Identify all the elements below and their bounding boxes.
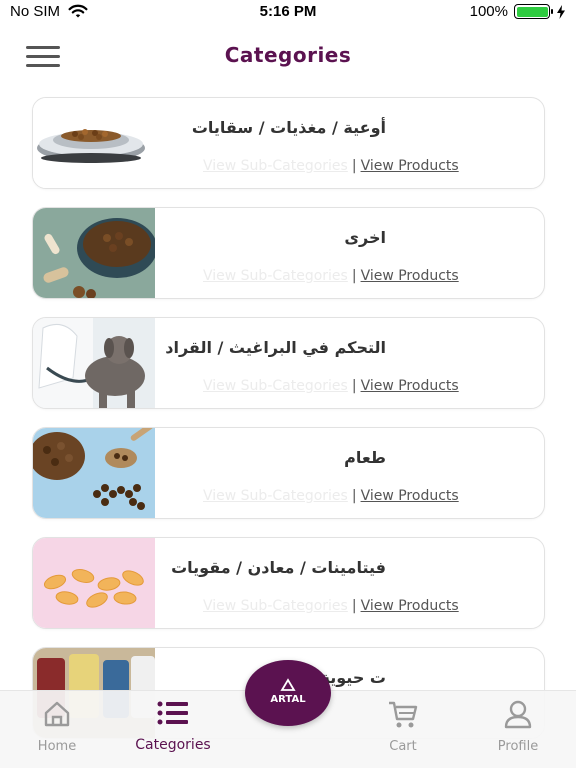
- view-products-link[interactable]: View Products: [361, 598, 459, 614]
- battery-percent: 100%: [469, 3, 508, 20]
- category-image-vet-puppy: [33, 318, 155, 408]
- status-right: 100%: [470, 3, 566, 20]
- nav-profile-label: Profile: [497, 739, 539, 754]
- nav-categories-label: Categories: [135, 737, 211, 753]
- card-links: View Sub-Categories | View Products: [203, 488, 459, 504]
- page-title: Categories: [224, 43, 352, 67]
- link-separator: |: [351, 598, 357, 614]
- battery-icon: [514, 4, 553, 19]
- category-image-bowl: [33, 98, 155, 188]
- card-links: View Sub-Categories | View Products: [203, 378, 459, 394]
- status-bar: No SIM 5:16 PM 100%: [0, 0, 576, 26]
- battery-level-fill: [516, 6, 548, 17]
- link-separator: |: [351, 378, 357, 394]
- view-sub-categories-link[interactable]: View Sub-Categories: [203, 488, 348, 504]
- card-links: View Sub-Categories | View Products: [203, 598, 459, 614]
- category-card[interactable]: طعام View Sub-Categories | View Products: [32, 427, 545, 519]
- view-sub-categories-link[interactable]: View Sub-Categories: [203, 158, 348, 174]
- category-name: ت حيوية: [320, 668, 386, 687]
- nav-home-label: Home: [37, 739, 77, 754]
- category-image-vitamins: [33, 538, 155, 628]
- view-products-link[interactable]: View Products: [361, 378, 459, 394]
- nav-home[interactable]: Home: [12, 699, 102, 754]
- artal-logo-icon: [280, 678, 296, 691]
- view-sub-categories-link[interactable]: View Sub-Categories: [203, 598, 348, 614]
- category-list: أوعية / مغذيات / سقايات View Sub-Categor…: [32, 97, 545, 757]
- cart-icon: [389, 701, 418, 728]
- category-name: فيتامينات / معادن / مقويات: [171, 558, 386, 577]
- category-card[interactable]: اخرى View Sub-Categories | View Products: [32, 207, 545, 299]
- view-products-link[interactable]: View Products: [361, 268, 459, 284]
- home-icon: [44, 701, 70, 727]
- screen: No SIM 5:16 PM 100% Categories أوعية / م…: [0, 0, 576, 768]
- category-card[interactable]: فيتامينات / معادن / مقويات View Sub-Cate…: [32, 537, 545, 629]
- view-products-link[interactable]: View Products: [361, 158, 459, 174]
- nav-categories[interactable]: Categories: [128, 699, 218, 753]
- list-icon: [157, 701, 188, 725]
- artal-home-button[interactable]: ARTAL: [245, 660, 331, 726]
- category-name: اخرى: [344, 228, 386, 247]
- view-sub-categories-link[interactable]: View Sub-Categories: [203, 378, 348, 394]
- charging-bolt-icon: [557, 4, 565, 19]
- view-products-link[interactable]: View Products: [361, 488, 459, 504]
- category-name: طعام: [344, 448, 386, 467]
- category-name: التحكم في البراغيث / القراد: [165, 338, 386, 357]
- category-card[interactable]: التحكم في البراغيث / القراد View Sub-Cat…: [32, 317, 545, 409]
- category-image-kibble-spoon: [33, 428, 155, 518]
- category-image-treats: [33, 208, 155, 298]
- nav-cart-label: Cart: [389, 739, 417, 754]
- nav-cart[interactable]: Cart: [358, 699, 448, 754]
- link-separator: |: [351, 488, 357, 504]
- user-icon: [504, 700, 532, 729]
- nav-profile[interactable]: Profile: [473, 699, 563, 754]
- artal-logo-text: ARTAL: [270, 694, 306, 705]
- link-separator: |: [351, 158, 357, 174]
- category-name: أوعية / مغذيات / سقايات: [191, 118, 386, 137]
- header: Categories: [0, 34, 576, 78]
- card-links: View Sub-Categories | View Products: [203, 158, 459, 174]
- card-links: View Sub-Categories | View Products: [203, 268, 459, 284]
- view-sub-categories-link[interactable]: View Sub-Categories: [203, 268, 348, 284]
- category-card[interactable]: أوعية / مغذيات / سقايات View Sub-Categor…: [32, 97, 545, 189]
- link-separator: |: [351, 268, 357, 284]
